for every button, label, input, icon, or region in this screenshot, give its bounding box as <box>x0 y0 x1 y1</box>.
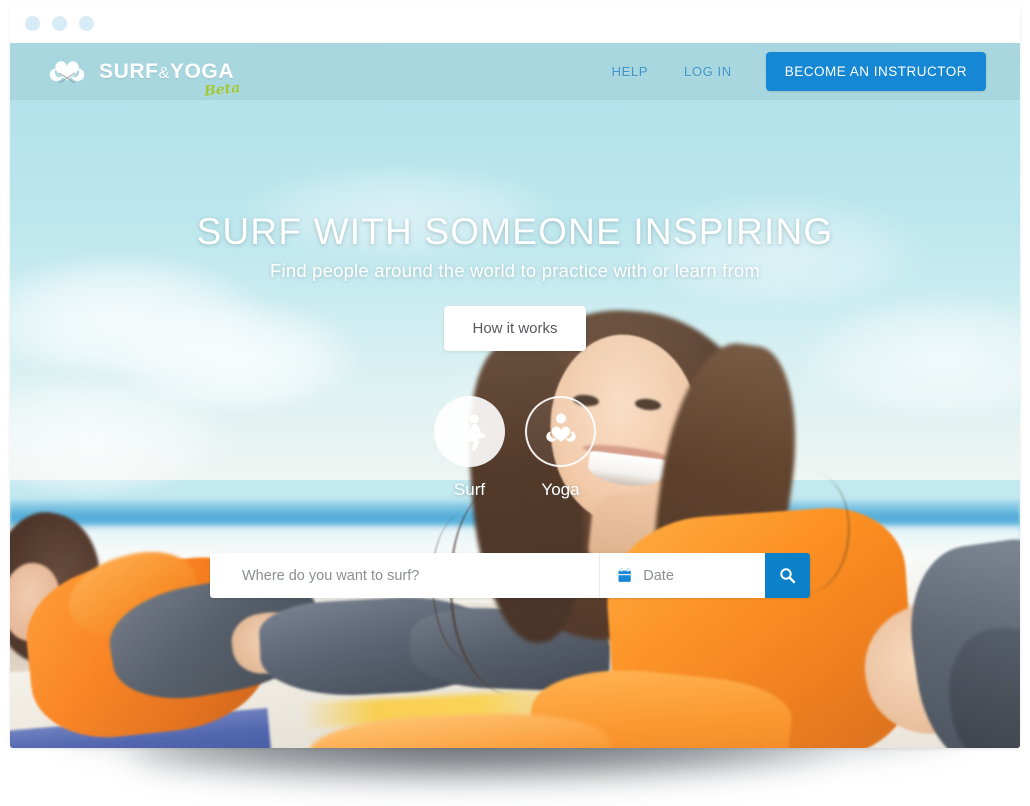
mode-option-surf[interactable]: Surf <box>434 396 505 500</box>
logo-text-ampersand: & <box>158 64 170 82</box>
activity-mode-selector: Surf Yoga <box>434 396 596 500</box>
calendar-icon <box>618 568 631 582</box>
nav-item-help[interactable]: HELP <box>594 56 666 87</box>
hero-title: SURF WITH SOMEONE INSPIRING <box>196 211 834 252</box>
browser-window: SURF&YOGA Beta HELP LOG IN BECOME AN INS… <box>10 3 1020 748</box>
search-date-field-wrap[interactable] <box>600 553 765 598</box>
screenshot-stage: SURF&YOGA Beta HELP LOG IN BECOME AN INS… <box>0 0 1030 806</box>
mode-surf-circle[interactable] <box>434 396 505 467</box>
traffic-light-minimize-icon[interactable] <box>52 15 67 31</box>
logo-text-yoga: YOGA <box>169 59 235 83</box>
search-icon <box>780 568 796 584</box>
mode-surf-label: Surf <box>453 480 486 499</box>
nav-item-login[interactable]: LOG IN <box>666 56 750 87</box>
header-nav: HELP LOG IN BECOME AN INSTRUCTOR <box>594 52 986 91</box>
site-header: SURF&YOGA Beta HELP LOG IN BECOME AN INS… <box>10 43 1020 100</box>
heart-surfboards-logo-icon <box>49 60 85 83</box>
logo-wordmark: SURF&YOGA Beta <box>99 59 241 100</box>
mode-option-yoga[interactable]: Yoga <box>525 396 596 500</box>
become-an-instructor-button[interactable]: BECOME AN INSTRUCTOR <box>765 52 986 91</box>
logo-text-surf: SURF <box>99 59 159 83</box>
browser-titlebar <box>10 3 1020 43</box>
mode-yoga-circle[interactable] <box>525 396 596 467</box>
traffic-light-maximize-icon[interactable] <box>79 15 94 31</box>
hero-search-bar <box>210 553 810 598</box>
logo-beta-badge: Beta <box>203 79 241 100</box>
surfer-icon <box>450 414 485 451</box>
hero-section: SURF WITH SOMEONE INSPIRING Find people … <box>10 43 1020 748</box>
search-location-field-wrap[interactable] <box>210 553 600 598</box>
search-location-input[interactable] <box>242 567 599 584</box>
hero-subtitle: Find people around the world to practice… <box>270 260 760 281</box>
traffic-light-close-icon[interactable] <box>25 15 40 31</box>
page-viewport: SURF&YOGA Beta HELP LOG IN BECOME AN INS… <box>10 43 1020 748</box>
site-logo[interactable]: SURF&YOGA Beta <box>46 54 241 100</box>
search-date-input[interactable] <box>643 567 765 584</box>
mode-yoga-label: Yoga <box>541 480 580 499</box>
yoga-heart-icon <box>545 413 576 442</box>
search-submit-button[interactable] <box>765 553 810 598</box>
how-it-works-button[interactable]: How it works <box>444 306 586 351</box>
